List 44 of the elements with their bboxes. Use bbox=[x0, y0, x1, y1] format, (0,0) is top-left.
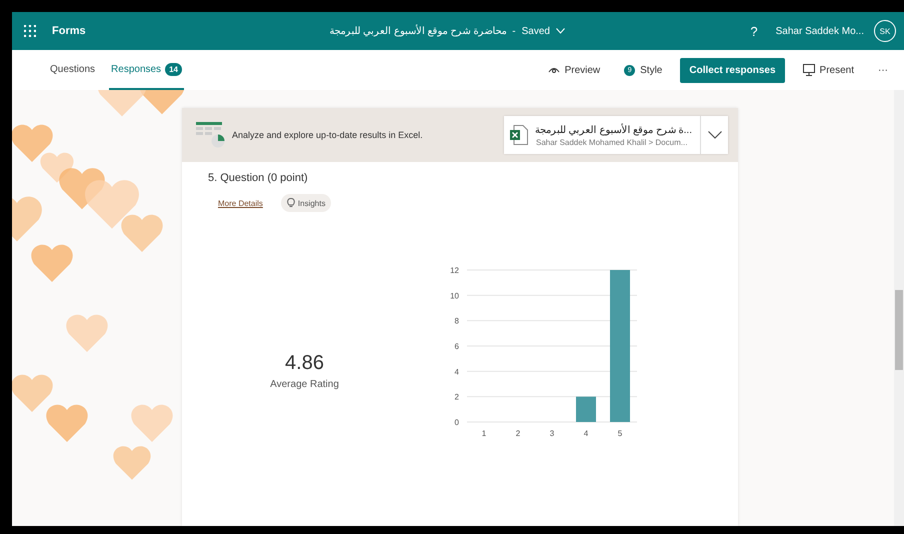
axis-tick-label: 3 bbox=[550, 429, 554, 438]
spreadsheet-chart-icon bbox=[196, 122, 226, 148]
monitor-icon bbox=[802, 64, 815, 76]
app-name[interactable]: Forms bbox=[52, 25, 86, 37]
user-name[interactable]: Sahar Saddek Mo... bbox=[776, 26, 864, 36]
axis-tick-label: 0 bbox=[454, 418, 459, 427]
scrollbar-thumb[interactable] bbox=[895, 290, 903, 370]
axis-tick-label: 1 bbox=[482, 429, 486, 438]
axis-tick-label: 4 bbox=[454, 367, 459, 376]
chart-bar bbox=[576, 396, 596, 422]
axis-tick-label: 5 bbox=[618, 429, 622, 438]
insights-button[interactable]: Insights bbox=[280, 194, 332, 212]
axis-tick-label: 12 bbox=[450, 266, 459, 275]
axis-tick-label: 6 bbox=[454, 342, 459, 351]
axis-tick-label: 4 bbox=[584, 429, 588, 438]
average-value: 4.86 bbox=[285, 352, 324, 375]
tab[interactable]: Questions bbox=[48, 50, 98, 90]
excel-file-icon bbox=[510, 125, 528, 145]
banner-text: Analyze and explore up-to-date results in Excel. bbox=[232, 130, 424, 140]
count-badge: 14 bbox=[165, 62, 182, 76]
chevron-down-icon[interactable] bbox=[556, 28, 565, 34]
eye-icon bbox=[548, 66, 560, 74]
title-separator: - bbox=[512, 26, 516, 36]
file-path: Sahar Saddek Mohamed Khalil > Docum... bbox=[536, 138, 688, 146]
form-title[interactable]: محاضرة شرح موقع الأسبوع العربي للبرمجة bbox=[329, 25, 506, 37]
axis-tick-label: 10 bbox=[450, 291, 459, 300]
more-options-button[interactable]: ··· bbox=[872, 64, 894, 76]
collect-responses-button[interactable]: Collect responses bbox=[680, 58, 785, 82]
scrollbar[interactable] bbox=[894, 90, 904, 526]
axis-tick-label: 2 bbox=[516, 429, 520, 438]
lightbulb-icon bbox=[286, 198, 295, 208]
app-launcher-icon[interactable] bbox=[24, 25, 36, 37]
average-label: Average Rating bbox=[270, 379, 339, 390]
user-avatar[interactable]: SK bbox=[874, 20, 896, 42]
axis-tick-label: 2 bbox=[454, 392, 459, 402]
save-status[interactable]: Saved bbox=[522, 26, 550, 36]
axis-tick-label: 8 bbox=[454, 316, 459, 326]
present-button[interactable]: Present bbox=[796, 63, 860, 77]
chevron-down-icon bbox=[708, 131, 722, 139]
more-details-link[interactable]: More Details bbox=[218, 198, 263, 208]
help-button[interactable]: ? bbox=[750, 24, 758, 38]
file-title: ...ة شرح موقع الأسبوع العربي للبرمجة bbox=[536, 124, 692, 136]
question-title: 5. Question (0 point) bbox=[208, 172, 309, 184]
preview-button[interactable]: Preview bbox=[542, 64, 606, 76]
